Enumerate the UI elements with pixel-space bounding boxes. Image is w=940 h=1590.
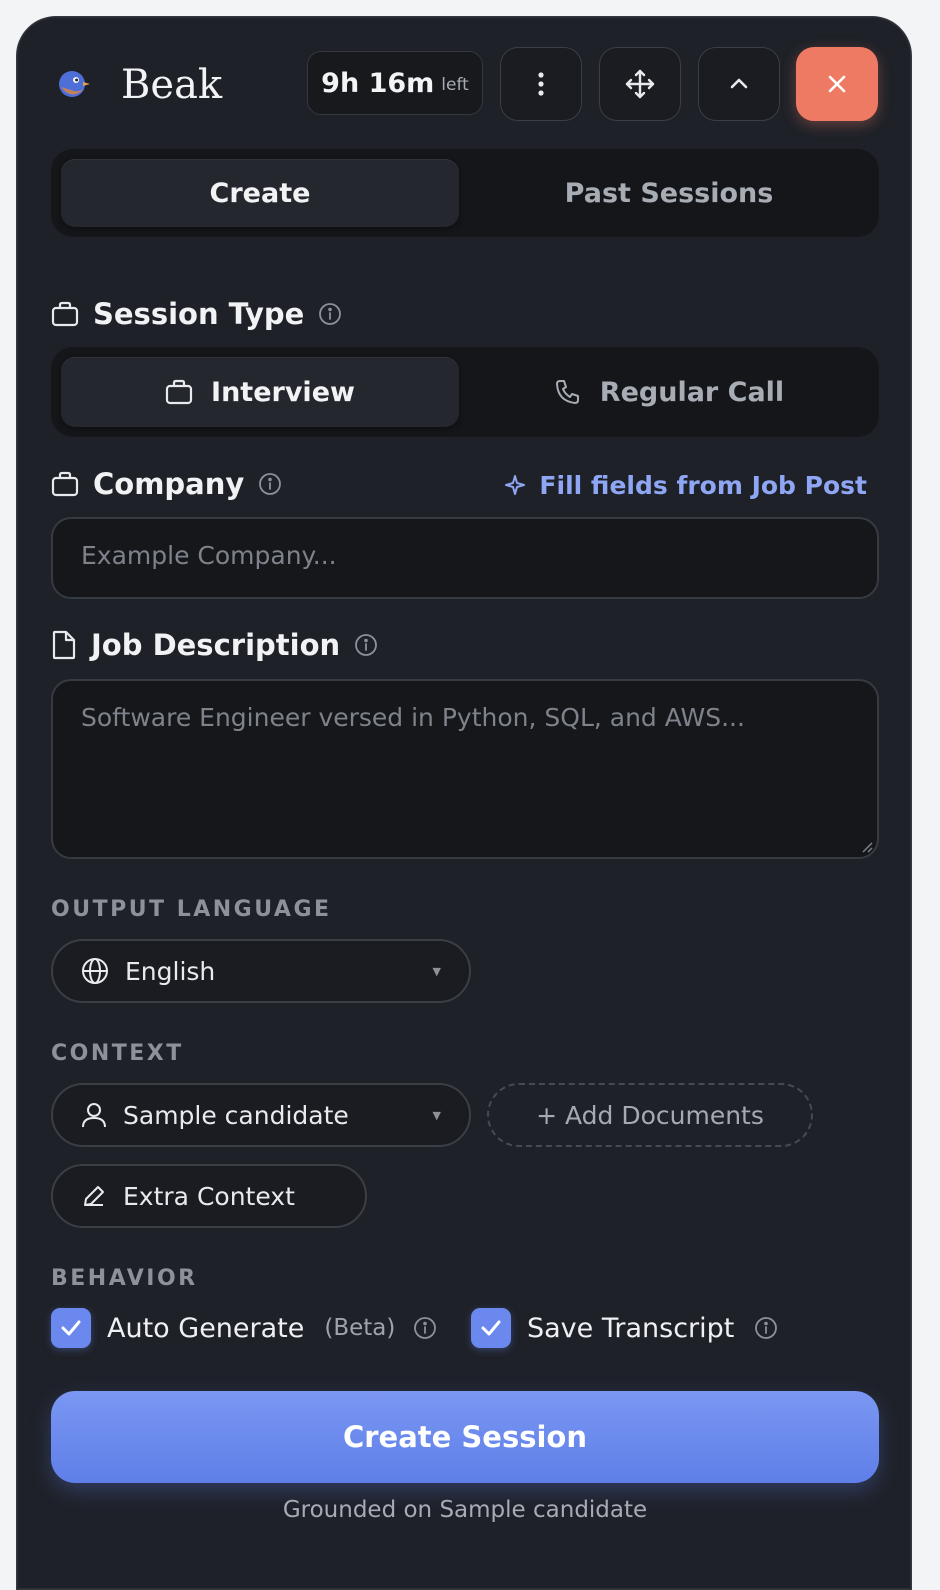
context-heading: CONTEXT <box>51 1041 184 1066</box>
move-icon <box>625 69 655 99</box>
info-icon[interactable] <box>354 633 378 657</box>
tab-past-sessions[interactable]: Past Sessions <box>469 159 869 227</box>
company-label: Company <box>51 464 282 504</box>
caret-down-icon: ▼ <box>432 1108 441 1122</box>
extra-context-text: Extra Context <box>123 1181 295 1211</box>
output-language-select[interactable]: English ▼ <box>51 939 471 1003</box>
check-icon <box>481 1320 501 1336</box>
create-session-button[interactable]: Create Session <box>51 1391 879 1483</box>
job-description-placeholder: Software Engineer versed in Python, SQL,… <box>81 703 745 732</box>
tab-create[interactable]: Create <box>61 159 459 227</box>
info-icon[interactable] <box>413 1316 437 1340</box>
add-documents-button[interactable]: + Add Documents <box>487 1083 813 1147</box>
caret-down-icon: ▼ <box>432 964 441 978</box>
briefcase-icon <box>165 379 193 405</box>
main-tabs: Create Past Sessions <box>51 149 879 237</box>
session-type-selector: Interview Regular Call <box>51 347 879 437</box>
resize-handle-icon[interactable] <box>859 839 873 853</box>
behavior-heading: BEHAVIOR <box>51 1266 198 1291</box>
beak-logo-icon <box>57 67 91 101</box>
time-remaining-suffix: left <box>441 75 469 95</box>
beta-tag: (Beta) <box>324 1315 396 1341</box>
user-icon <box>82 1103 106 1128</box>
session-type-regular-call[interactable]: Regular Call <box>469 357 869 427</box>
fill-from-job-post-link[interactable]: Fill fields from Job Post <box>505 466 867 504</box>
save-transcript-checkbox[interactable] <box>471 1308 511 1348</box>
sparkle-icon <box>505 475 526 495</box>
auto-generate-checkbox[interactable] <box>51 1308 91 1348</box>
extra-context-button[interactable]: Extra Context <box>51 1164 367 1228</box>
company-input[interactable]: Example Company... <box>51 517 879 599</box>
save-transcript-label: Save Transcript <box>527 1312 735 1344</box>
auto-generate-option: Auto Generate (Beta) <box>51 1308 437 1348</box>
candidate-value: Sample candidate <box>123 1100 349 1130</box>
check-icon <box>61 1320 81 1336</box>
fill-from-job-post-text: Fill fields from Job Post <box>539 470 867 500</box>
time-remaining-value: 9h 16m <box>321 67 435 99</box>
grounded-footnote: Grounded on Sample candidate <box>282 1497 648 1523</box>
chevron-up-icon <box>730 78 748 89</box>
session-type-text: Session Type <box>93 297 305 331</box>
collapse-button[interactable] <box>698 47 780 121</box>
phone-icon <box>555 380 579 404</box>
document-icon <box>52 630 76 660</box>
output-language-heading: OUTPUT LANGUAGE <box>51 897 332 922</box>
close-icon <box>828 75 846 93</box>
session-type-interview[interactable]: Interview <box>61 357 459 427</box>
auto-generate-label: Auto Generate <box>107 1312 305 1344</box>
job-description-text: Job Description <box>91 628 341 662</box>
pencil-icon <box>84 1186 104 1206</box>
brand-name: Beak <box>121 62 223 108</box>
job-description-label: Job Description <box>51 625 378 665</box>
briefcase-icon <box>51 471 79 497</box>
session-type-label: Session Type <box>51 294 342 334</box>
time-remaining-badge: 9h 16m left <box>307 51 483 115</box>
close-button[interactable] <box>796 47 878 121</box>
info-icon[interactable] <box>318 302 342 326</box>
regular-call-label: Regular Call <box>599 376 785 408</box>
more-options-button[interactable] <box>500 47 582 121</box>
move-button[interactable] <box>599 47 681 121</box>
save-transcript-option: Save Transcript <box>471 1308 778 1348</box>
beak-panel: Beak 9h 16m left Create Past Sessions Se… <box>16 16 912 1590</box>
info-icon[interactable] <box>258 472 282 496</box>
output-language-value: English <box>125 956 216 986</box>
more-vertical-icon <box>538 72 544 96</box>
job-description-textarea[interactable]: Software Engineer versed in Python, SQL,… <box>51 679 879 859</box>
interview-label: Interview <box>211 376 355 408</box>
company-text: Company <box>93 467 245 501</box>
info-icon[interactable] <box>754 1316 778 1340</box>
globe-icon <box>82 958 108 984</box>
briefcase-icon <box>51 301 79 327</box>
candidate-select[interactable]: Sample candidate ▼ <box>51 1083 471 1147</box>
